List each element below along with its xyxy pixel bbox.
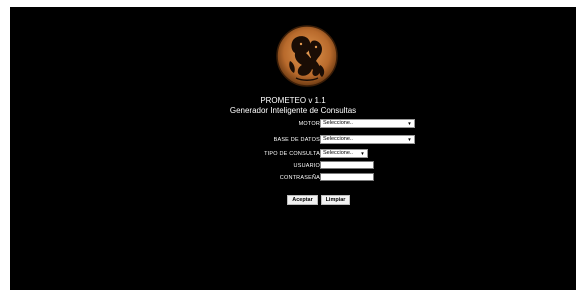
aceptar-button[interactable]: Aceptar bbox=[287, 195, 318, 205]
app-subtitle: Generador Inteligente de Consultas bbox=[229, 106, 357, 115]
app-screen: PROMETEO v 1.1 Generador Inteligente de … bbox=[10, 7, 576, 290]
prometeo-logo-icon bbox=[276, 25, 338, 87]
tipo-consulta-row: Tipo de Consulta Seleccione.. ▼ bbox=[10, 149, 576, 159]
limpiar-button[interactable]: Limpiar bbox=[321, 195, 350, 205]
motor-select-value: Seleccione.. bbox=[323, 120, 353, 126]
usuario-input[interactable] bbox=[320, 161, 374, 169]
tipo-consulta-select[interactable]: Seleccione.. ▼ bbox=[320, 149, 368, 158]
contrasena-row: Contraseña bbox=[10, 173, 576, 183]
chevron-down-icon: ▼ bbox=[407, 121, 412, 126]
chevron-down-icon: ▼ bbox=[360, 151, 365, 156]
app-title: PROMETEO v 1.1 bbox=[260, 96, 326, 105]
tipo-consulta-label: Tipo de Consulta bbox=[264, 151, 320, 157]
contrasena-label: Contraseña bbox=[279, 175, 320, 181]
usuario-label: Usuario bbox=[293, 163, 320, 169]
chevron-down-icon: ▼ bbox=[407, 137, 412, 142]
base-datos-select[interactable]: Seleccione.. ▼ bbox=[320, 135, 415, 144]
tipo-consulta-select-value: Seleccione.. bbox=[323, 150, 353, 156]
base-datos-label: Base de Datos bbox=[273, 137, 320, 143]
motor-label: Motor bbox=[298, 121, 320, 127]
contrasena-input[interactable] bbox=[320, 173, 374, 181]
motor-select[interactable]: Seleccione.. ▼ bbox=[320, 119, 415, 128]
usuario-row: Usuario bbox=[10, 161, 576, 171]
base-datos-row: Base de Datos Seleccione.. ▼ bbox=[10, 135, 576, 145]
base-datos-select-value: Seleccione.. bbox=[323, 136, 353, 142]
motor-row: Motor Seleccione.. ▼ bbox=[10, 119, 576, 129]
